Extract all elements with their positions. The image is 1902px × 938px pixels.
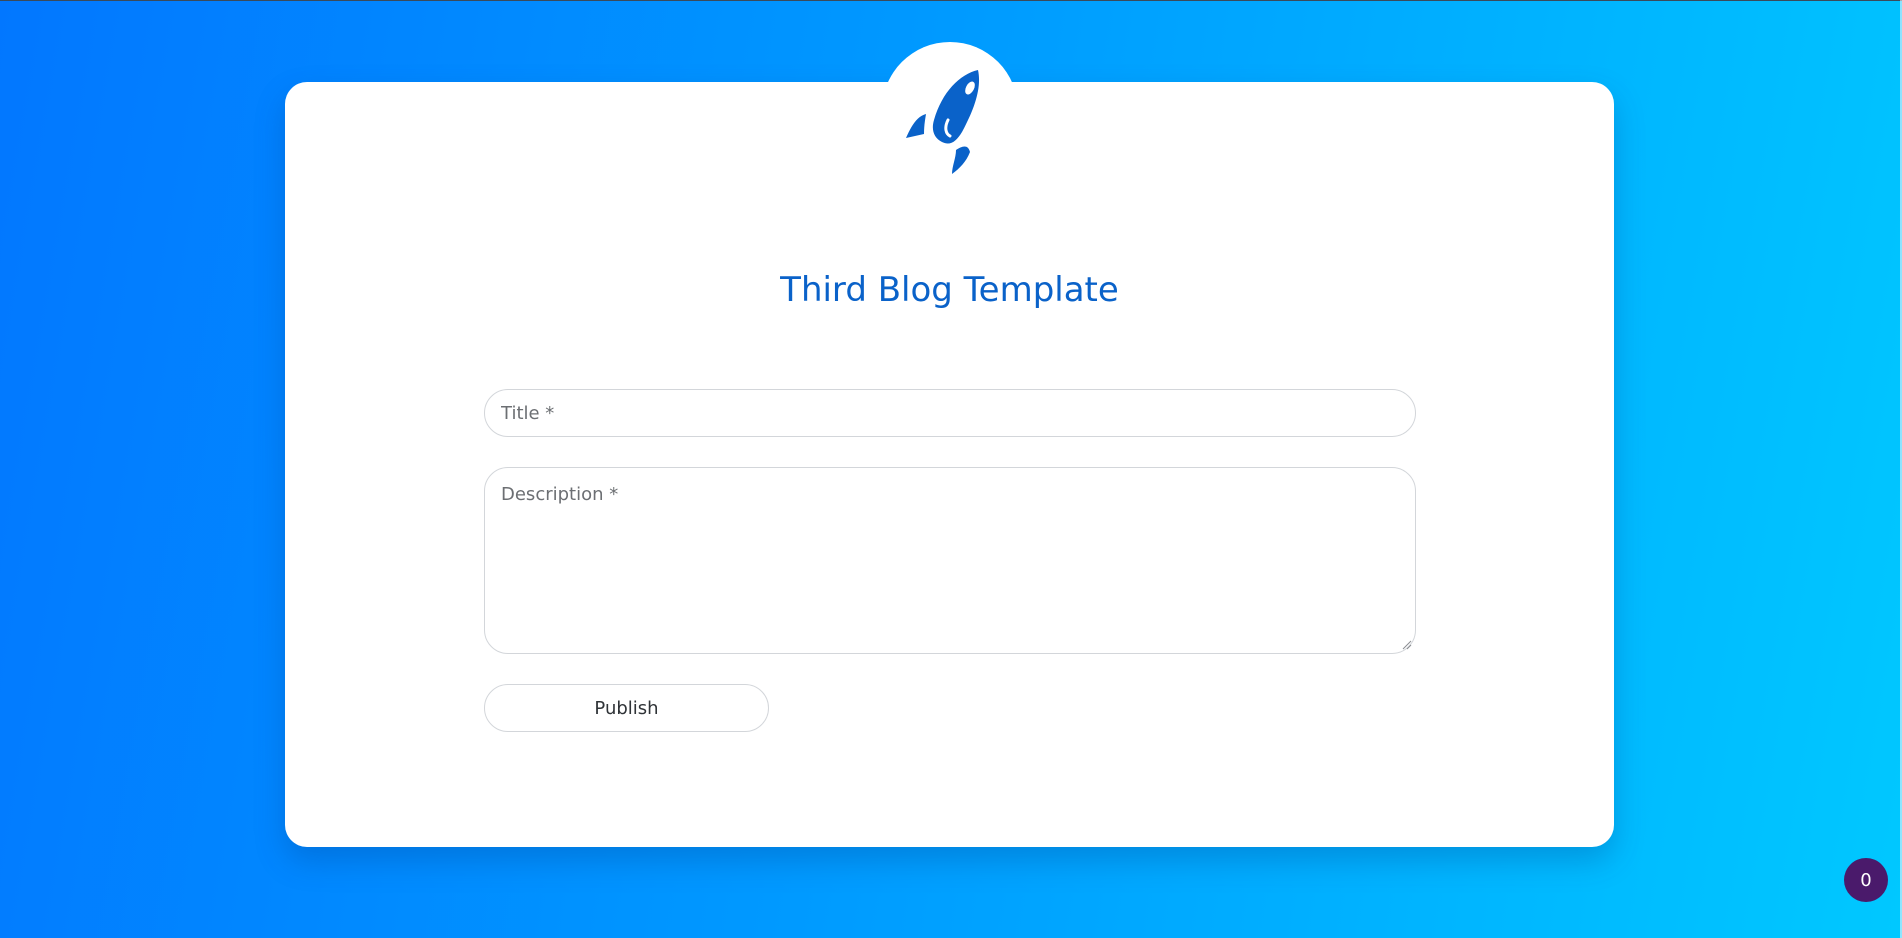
publish-button[interactable]: Publish <box>484 684 769 732</box>
notification-count: 0 <box>1860 869 1872 891</box>
window-top-border <box>0 0 1902 1</box>
rocket-icon <box>906 70 980 174</box>
notification-badge[interactable]: 0 <box>1844 858 1888 902</box>
resize-grip-icon[interactable] <box>1402 640 1412 650</box>
description-textarea[interactable] <box>484 467 1416 654</box>
page-title: Third Blog Template <box>780 270 1119 310</box>
title-input[interactable] <box>484 389 1416 437</box>
form-card <box>285 82 1614 847</box>
